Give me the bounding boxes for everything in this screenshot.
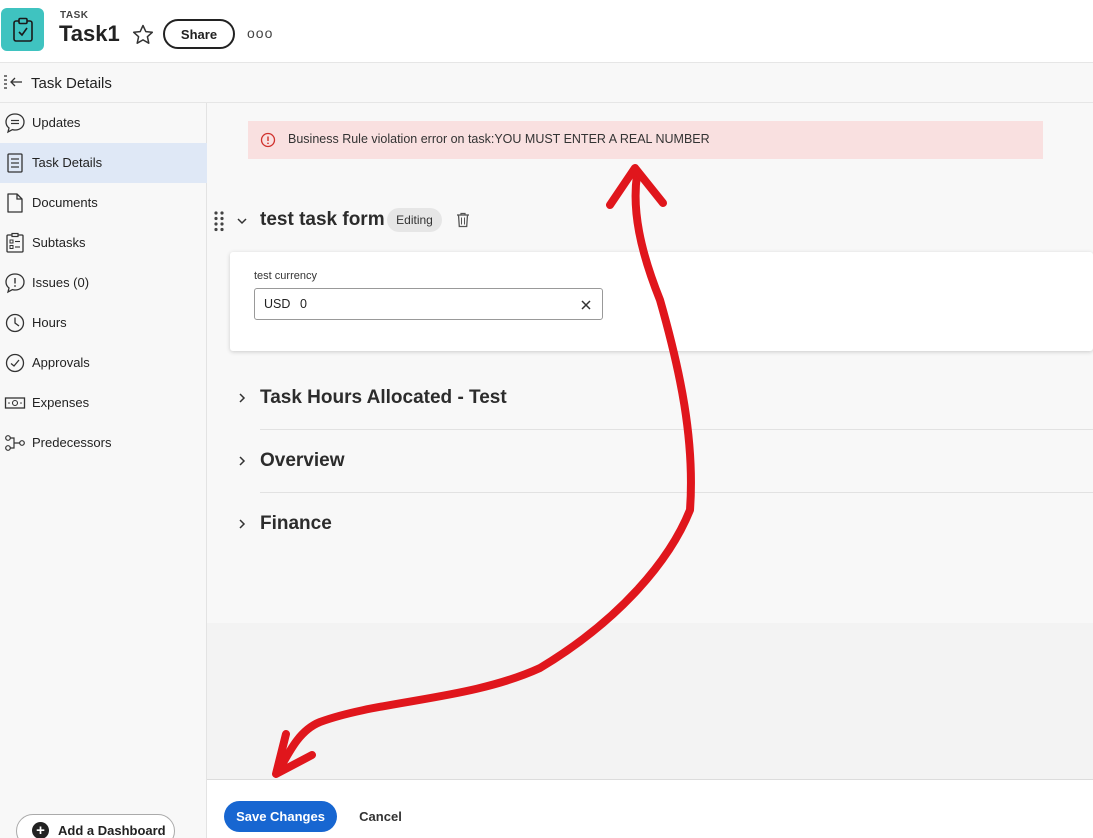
sidebar-item-label: Issues (0) [32, 275, 90, 290]
panel-title: Task Details [31, 75, 112, 92]
app-header: TASK Task1 Share ooo [0, 0, 1093, 63]
section-divider [260, 492, 1093, 493]
alert-bubble-icon [4, 272, 26, 294]
panel-header: Task Details [0, 63, 1093, 103]
sidebar-item-label: Updates [32, 115, 81, 130]
close-icon[interactable] [580, 298, 592, 310]
object-type-label: TASK [60, 10, 89, 21]
main-content-lower [207, 623, 1093, 779]
more-options-icon[interactable]: ooo [247, 25, 273, 41]
status-badge: Editing [387, 208, 442, 232]
chevron-right-icon[interactable] [235, 454, 249, 468]
star-icon[interactable] [131, 23, 155, 47]
chevron-down-icon[interactable] [235, 214, 249, 228]
task-app-icon [1, 8, 44, 51]
sidebar-item-predecessors[interactable]: Predecessors [0, 423, 207, 463]
form-card: test currency USD 0 [230, 252, 1093, 351]
sidebar-item-task-details[interactable]: Task Details [0, 143, 207, 183]
add-dashboard-button[interactable]: + Add a Dashboard [16, 814, 175, 838]
sidebar-item-hours[interactable]: Hours [0, 303, 207, 343]
sidebar: Updates Task Details Documents Subtasks … [0, 103, 207, 838]
collapse-panel-icon[interactable] [3, 74, 23, 92]
chevron-right-icon[interactable] [235, 391, 249, 405]
section-title-overview[interactable]: Overview [260, 450, 345, 472]
currency-code: USD [264, 297, 291, 311]
sidebar-item-label: Subtasks [32, 235, 86, 250]
form-footer: Save Changes Cancel [207, 779, 1093, 838]
save-changes-button[interactable]: Save Changes [224, 801, 337, 832]
sidebar-item-expenses[interactable]: Expenses [0, 383, 207, 423]
sidebar-item-issues[interactable]: Issues (0) [0, 263, 207, 303]
section-divider [260, 429, 1093, 430]
form-section-title[interactable]: test task form [260, 209, 385, 231]
sidebar-item-subtasks[interactable]: Subtasks [0, 223, 207, 263]
sidebar-item-documents[interactable]: Documents [0, 183, 207, 223]
error-icon [260, 132, 276, 148]
sidebar-item-label: Approvals [32, 355, 90, 370]
flow-icon [4, 432, 26, 454]
sidebar-item-label: Predecessors [32, 435, 112, 450]
chevron-right-icon[interactable] [235, 517, 249, 531]
trash-icon[interactable] [456, 212, 470, 228]
file-icon [4, 192, 26, 214]
sidebar-item-label: Expenses [32, 395, 90, 410]
plus-circle-icon: + [32, 822, 49, 838]
chat-bubble-icon [4, 112, 26, 134]
page-title: Task1 [59, 21, 120, 46]
checklist-icon [4, 232, 26, 254]
currency-input[interactable]: USD 0 [254, 288, 603, 320]
sidebar-item-label: Hours [32, 315, 67, 330]
add-dashboard-label: Add a Dashboard [58, 823, 166, 838]
cancel-button[interactable]: Cancel [353, 801, 408, 832]
error-banner: Business Rule violation error on task:YO… [248, 121, 1043, 159]
currency-value[interactable]: 0 [300, 297, 307, 311]
drag-handle-icon[interactable] [213, 210, 225, 232]
sidebar-item-label: Documents [32, 195, 98, 210]
section-title-finance[interactable]: Finance [260, 513, 332, 535]
sidebar-item-updates[interactable]: Updates [0, 103, 207, 143]
sidebar-item-label: Task Details [32, 155, 103, 170]
sidebar-item-approvals[interactable]: Approvals [0, 343, 207, 383]
share-button[interactable]: Share [163, 19, 235, 49]
error-message: Business Rule violation error on task:YO… [288, 132, 710, 146]
document-lines-icon [4, 152, 26, 174]
money-icon [4, 392, 26, 414]
section-title-task-hours[interactable]: Task Hours Allocated - Test [260, 387, 507, 409]
field-label: test currency [254, 270, 317, 282]
clock-icon [4, 312, 26, 334]
check-circle-icon [4, 352, 26, 374]
